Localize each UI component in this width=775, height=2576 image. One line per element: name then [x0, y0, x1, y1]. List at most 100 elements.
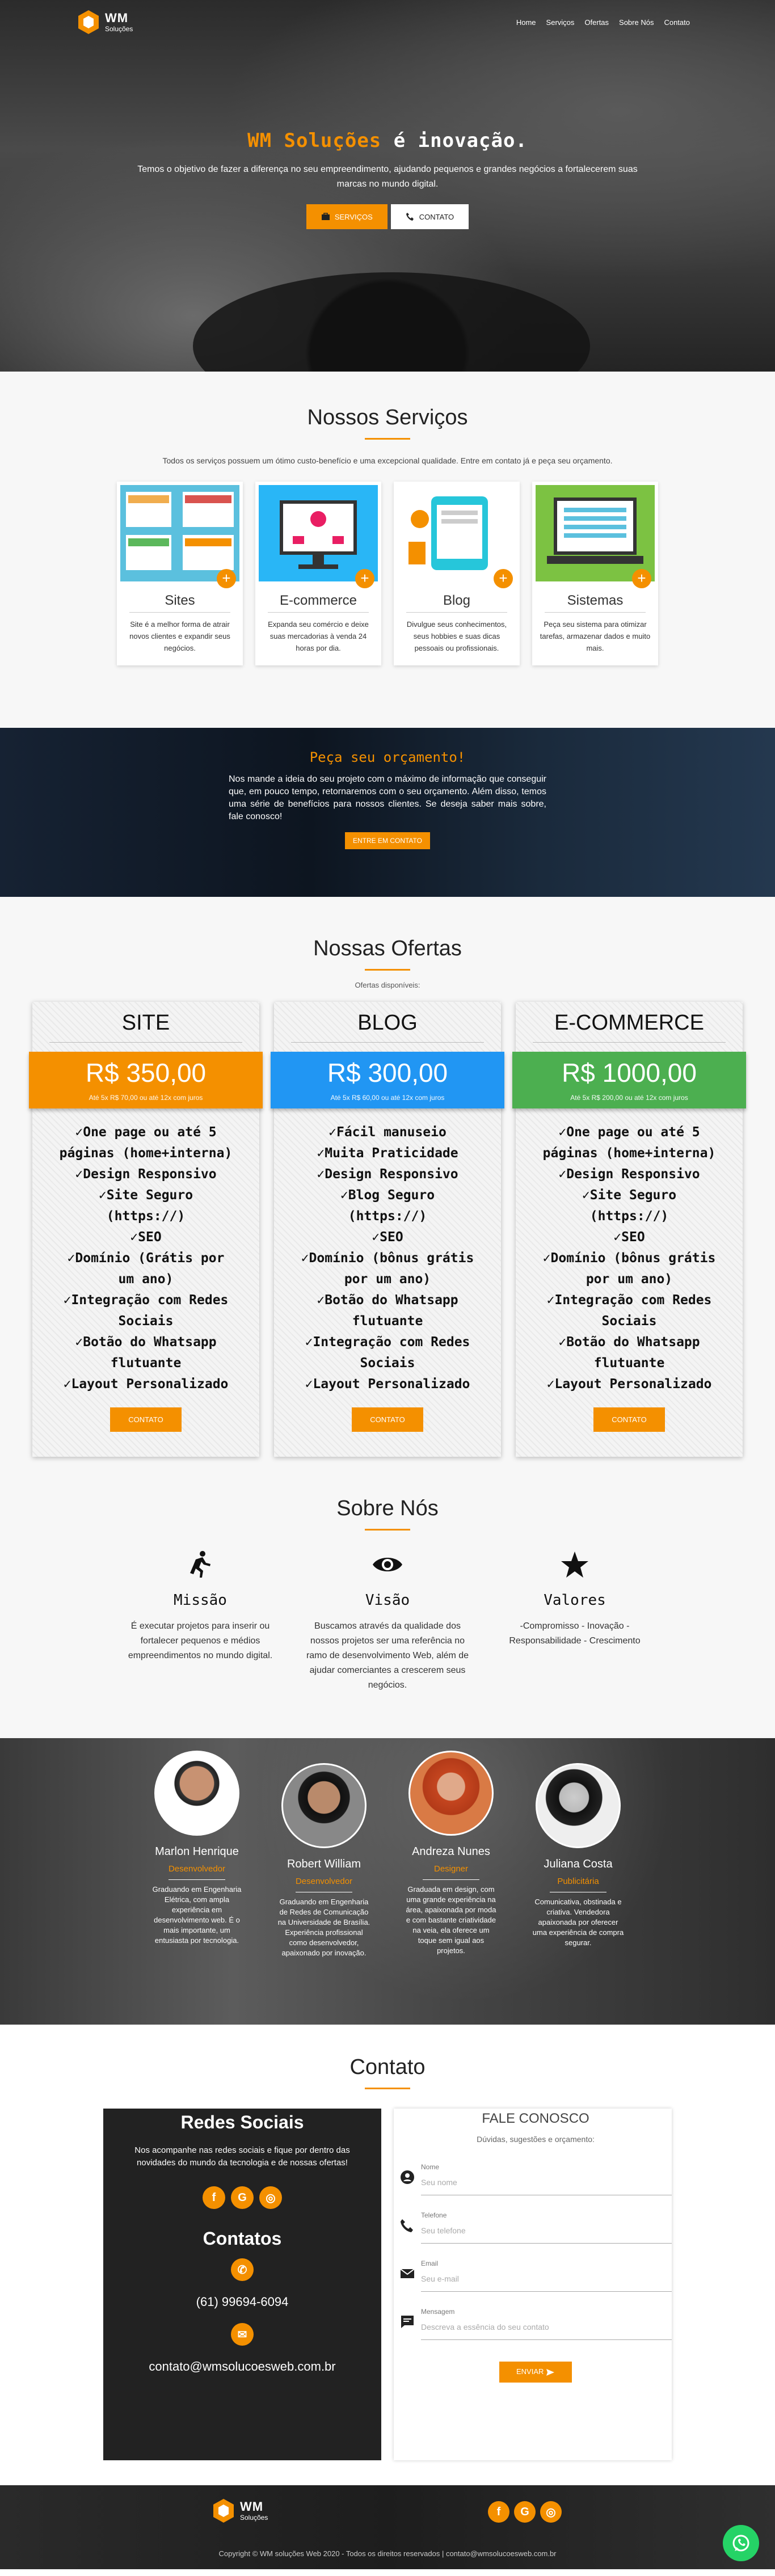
phone-icon	[401, 2219, 413, 2232]
feature-item: Integração com Redes Sociais	[299, 1332, 476, 1374]
plan-installments: Até 5x R$ 70,00 ou até 12x com juros	[89, 1094, 203, 1102]
plan-contact-button[interactable]: CONTATO	[352, 1407, 423, 1432]
feature-item: Design Responsivo	[541, 1164, 718, 1185]
footer-brand-name: WM	[240, 2499, 264, 2514]
nav-contato[interactable]: Contato	[664, 18, 690, 27]
feature-item: Fácil manuseio	[299, 1122, 476, 1143]
copyright: Copyright © WM soluções Web 2020 - Todos…	[218, 2549, 557, 2558]
briefcase-icon	[321, 213, 330, 220]
plan-name: SITE	[32, 1002, 259, 1052]
service-card-blog[interactable]: + Blog Divulgue seus conhecimentos, seus…	[394, 482, 520, 665]
member-role: Designer	[400, 1864, 502, 1880]
form-title: FALE CONOSCO	[482, 2111, 589, 2126]
contact-info-panel: Redes Sociais Nos acompanhe nas redes so…	[103, 2109, 381, 2460]
form-subtitle: Dúvidas, sugestões e orçamento:	[477, 2135, 595, 2144]
service-text: Expanda seu comércio e deixe suas mercad…	[268, 620, 369, 652]
values-title: Valores	[544, 1592, 606, 1609]
avatar	[281, 1763, 367, 1848]
about-mission: Missão É executar projetos para inserir …	[115, 1548, 285, 1693]
feature-item: Domínio (bônus grátis por um ano)	[541, 1248, 718, 1290]
name-input[interactable]: Seu nome	[421, 2171, 672, 2195]
plan-contact-button[interactable]: CONTATO	[593, 1407, 665, 1432]
feature-item: Muita Praticidade	[299, 1143, 476, 1164]
feature-item: Layout Personalizado	[299, 1374, 476, 1395]
social-title: Redes Sociais	[180, 2112, 304, 2132]
footer-google-icon[interactable]: G	[514, 2501, 536, 2523]
price-banner: R$ 1000,00 Até 5x R$ 200,00 ou até 12x c…	[512, 1052, 746, 1108]
hero-text: Temos o objetivo de fazer a diferença no…	[137, 165, 638, 189]
plan-name: E-COMMERCE	[516, 1002, 743, 1052]
contact-button[interactable]: CONTATO	[390, 204, 469, 229]
google-icon[interactable]: G	[231, 2186, 254, 2209]
hexagon-logo-icon	[78, 10, 99, 34]
phone-input[interactable]: Seu telefone	[421, 2219, 672, 2244]
team-member: Marlon Henrique Desenvolvedor Graduando …	[146, 1751, 248, 2025]
send-button[interactable]: ENVIAR	[499, 2362, 572, 2383]
feature-item: Design Responsivo	[57, 1164, 234, 1185]
vision-title: Visão	[365, 1592, 410, 1609]
logo[interactable]: WM Soluções	[77, 9, 133, 35]
nav-ofertas[interactable]: Ofertas	[584, 18, 609, 27]
service-text: Site é a melhor forma de atrair novos cl…	[129, 620, 230, 652]
avatar	[154, 1751, 239, 1836]
hero-section: WM Soluções Home Serviços Ofertas Sobre N…	[0, 0, 775, 372]
nav-servicos[interactable]: Serviços	[546, 18, 575, 27]
feature-item: Domínio (Grátis por um ano)	[57, 1248, 234, 1290]
feature-item: Site Seguro (https://)	[541, 1185, 718, 1227]
phone-label: Telefone	[421, 2211, 447, 2219]
quote-section: Peça seu orçamento! Nos mande a ideia do…	[0, 728, 775, 897]
about-vision: Visão Buscamos através da qualidade dos …	[302, 1548, 473, 1693]
whatsapp-icon[interactable]: ✆	[231, 2258, 254, 2281]
message-label: Mensagem	[421, 2308, 455, 2316]
service-title: Sistemas	[567, 593, 624, 608]
person-icon	[401, 2170, 414, 2184]
footer-logo[interactable]: WM Soluções	[212, 2498, 268, 2524]
offer-card-blog: BLOG R$ 300,00 Até 5x R$ 60,00 ou até 12…	[271, 1002, 504, 1457]
email-input[interactable]: Seu e-mail	[421, 2267, 672, 2292]
member-name: Andreza Nunes	[412, 1845, 490, 1858]
vision-text: Buscamos através da qualidade dos nossos…	[306, 1621, 469, 1690]
service-card-sistemas[interactable]: + Sistemas Peça seu sistema para otimiza…	[532, 482, 658, 665]
feature-item: One page ou até 5 páginas (home+interna)	[541, 1122, 718, 1164]
plus-icon[interactable]: +	[494, 569, 513, 588]
running-person-icon	[190, 1551, 210, 1578]
nav-home[interactable]: Home	[516, 18, 536, 27]
instagram-icon[interactable]: ◎	[259, 2186, 282, 2209]
facebook-icon[interactable]: f	[203, 2186, 225, 2209]
mission-title: Missão	[174, 1592, 227, 1609]
avatar	[408, 1751, 494, 1836]
footer-facebook-icon[interactable]: f	[488, 2501, 509, 2523]
offers-section: Nossas Ofertas Ofertas disponíveis: SITE…	[0, 897, 775, 1479]
whatsapp-float-button[interactable]	[723, 2525, 759, 2561]
service-card-sites[interactable]: + Sites Site é a melhor forma de atrair …	[117, 482, 243, 665]
plan-installments: Até 5x R$ 60,00 ou até 12x com juros	[330, 1094, 445, 1102]
hexagon-logo-icon	[213, 2499, 234, 2523]
service-text: Divulgue seus conhecimentos, seus hobbie…	[406, 620, 507, 652]
email-icon[interactable]: ✉	[231, 2323, 254, 2346]
message-input[interactable]: Descreva a essência do seu contato	[421, 2316, 672, 2340]
team-member: Andreza Nunes Designer Graduada em desig…	[400, 1751, 502, 2025]
email-address[interactable]: contato@wmsolucoesweb.com.br	[115, 2359, 370, 2374]
blog-illustration: +	[397, 485, 516, 588]
services-button[interactable]: SERVIÇOS	[306, 204, 387, 229]
plus-icon[interactable]: +	[217, 569, 236, 588]
plus-icon[interactable]: +	[632, 569, 651, 588]
brand-tagline: Soluções	[105, 25, 133, 33]
team-section: Marlon Henrique Desenvolvedor Graduando …	[0, 1738, 775, 2025]
plan-contact-button[interactable]: CONTATO	[110, 1407, 182, 1432]
plus-icon[interactable]: +	[355, 569, 374, 588]
feature-item: SEO	[541, 1227, 718, 1248]
quote-contact-button[interactable]: ENTRE EM CONTATO	[344, 832, 430, 849]
feature-item: SEO	[57, 1227, 234, 1248]
footer-instagram-icon[interactable]: ◎	[540, 2501, 562, 2523]
nav-sobre[interactable]: Sobre Nós	[619, 18, 654, 27]
price-banner: R$ 350,00 Até 5x R$ 70,00 ou até 12x com…	[29, 1052, 263, 1108]
member-role: Desenvolvedor	[273, 1877, 375, 1892]
service-card-ecommerce[interactable]: + E-commerce Expanda seu comércio e deix…	[255, 482, 381, 665]
feature-list: One page ou até 5 páginas (home+interna)…	[516, 1122, 743, 1395]
brand-name: WM	[105, 11, 129, 25]
footer: WM Soluções f G ◎ Copyright © WM soluções…	[0, 2485, 775, 2569]
service-title: Sites	[165, 593, 195, 608]
social-text: Nos acompanhe nas redes sociais e fique …	[134, 2145, 350, 2168]
service-text: Peça seu sistema para otimizar tarefas, …	[540, 620, 651, 652]
